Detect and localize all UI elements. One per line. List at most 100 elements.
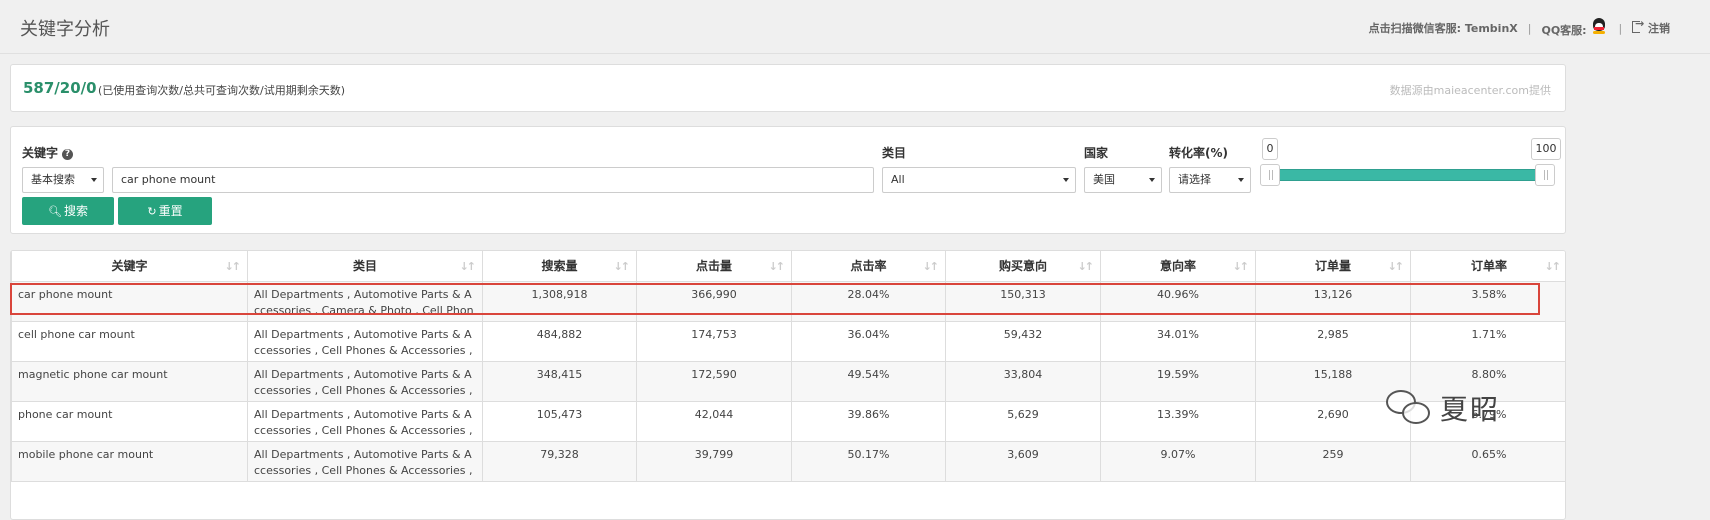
column-header-label: 关键字 — [111, 259, 148, 274]
top-bar: 关键字分析 点击扫描微信客服: TembinX | QQ客服: | 注销 — [0, 0, 1710, 54]
search-mode-select[interactable]: 基本搜索 — [22, 167, 104, 193]
column-header-label: 购买意向 — [998, 259, 1047, 274]
results-table-panel: 关键字 ↓↑ 类目 ↓↑ 搜索量 ↓↑ 点击量 ↓↑ 点击率 ↓↑ 购买意向 ↓↑ 意向率 ↓↑ 订单量 ↓↑… — [10, 250, 1566, 520]
cell-category: All Departments , Automotive Parts & Acc… — [247, 320, 483, 362]
table-row[interactable]: magnetic phone car mount All Departments … — [11, 360, 1565, 402]
category-text: All Departments , Automotive Parts & Acc… — [254, 287, 474, 317]
qq-icon[interactable] — [1590, 18, 1608, 34]
cell-clicks: 172,590 — [636, 360, 792, 402]
conversion-slider-track[interactable] — [1262, 169, 1548, 181]
results-table: 关键字 ↓↑ 类目 ↓↑ 搜索量 ↓↑ 点击量 ↓↑ 点击率 ↓↑ 购买意向 ↓↑ 意向率 ↓↑ 订单量 ↓↑… — [11, 251, 1565, 482]
search-icon: 🔍︎ — [48, 205, 62, 218]
column-header[interactable]: 订单率 ↓↑ — [1410, 251, 1565, 282]
cell-search: 105,473 — [482, 400, 637, 442]
sort-icon[interactable]: ↓↑ — [460, 260, 477, 273]
slider-max-handle[interactable] — [1535, 164, 1555, 186]
conversion-select[interactable]: 请选择 — [1169, 167, 1251, 193]
usage-description: (已使用查询次数/总共可查询次数/试用期剩余天数) — [98, 84, 345, 97]
column-header[interactable]: 搜索量 ↓↑ — [482, 251, 637, 282]
column-header-label: 搜索量 — [541, 259, 578, 274]
search-button-label: 搜索 — [63, 204, 88, 218]
cell-clicks: 39,799 — [636, 440, 792, 482]
cell-clicks: 366,990 — [636, 280, 792, 322]
sort-icon[interactable]: ↓↑ — [1078, 260, 1095, 273]
keyword-input-value: car phone mount — [121, 173, 216, 186]
conversion-value: 请选择 — [1178, 173, 1211, 186]
country-label: 国家 — [1084, 146, 1109, 160]
country-select[interactable]: 美国 — [1084, 167, 1162, 193]
table-body: car phone mount All Departments , Automot… — [11, 280, 1565, 482]
keyword-input[interactable]: car phone mount — [112, 167, 874, 193]
cell-intent-rate: 9.07% — [1100, 440, 1256, 482]
cell-search: 484,882 — [482, 320, 637, 362]
wechat-service-link[interactable]: 点击扫描微信客服: TembinX — [1369, 20, 1518, 36]
column-header[interactable]: 意向率 ↓↑ — [1100, 251, 1256, 282]
column-header-label: 类目 — [352, 259, 377, 274]
qq-service-link[interactable]: QQ客服: — [1541, 18, 1608, 38]
cell-keyword: magnetic phone car mount — [11, 360, 248, 402]
cell-clicks: 174,753 — [636, 320, 792, 362]
page-title: 关键字分析 — [20, 19, 110, 40]
watermark: 夏昭 — [1384, 388, 1500, 428]
slider-max-label: 100 — [1531, 138, 1561, 160]
sort-icon[interactable]: ↓↑ — [225, 260, 242, 273]
cell-search: 1,308,918 — [482, 280, 637, 322]
column-header-label: 点击率 — [850, 259, 887, 274]
slider-min-handle[interactable] — [1260, 164, 1280, 186]
cell-intent: 5,629 — [945, 400, 1101, 442]
cell-search: 79,328 — [482, 440, 637, 482]
category-value: All — [891, 173, 905, 186]
column-header-label: 意向率 — [1159, 259, 1196, 274]
category-select[interactable]: All — [882, 167, 1076, 193]
column-header-label: 订单量 — [1314, 259, 1351, 274]
table-row[interactable]: cell phone car mount All Departments , Au… — [11, 320, 1565, 362]
cell-orders: 259 — [1255, 440, 1411, 482]
reset-button[interactable]: ↻ 重置 — [118, 197, 212, 225]
column-header[interactable]: 购买意向 ↓↑ — [945, 251, 1101, 282]
help-icon[interactable]: ? — [62, 149, 74, 160]
table-row[interactable]: car phone mount All Departments , Automot… — [11, 280, 1565, 322]
sort-icon[interactable]: ↓↑ — [1233, 260, 1250, 273]
cell-orders: 2,985 — [1255, 320, 1411, 362]
column-header[interactable]: 类目 ↓↑ — [247, 251, 483, 282]
sort-icon[interactable]: ↓↑ — [1388, 260, 1405, 273]
column-header[interactable]: 点击率 ↓↑ — [791, 251, 946, 282]
cell-keyword: mobile phone car mount — [11, 440, 248, 482]
cell-intent: 33,804 — [945, 360, 1101, 402]
sort-icon[interactable]: ↓↑ — [1545, 260, 1562, 273]
cell-search: 348,415 — [482, 360, 637, 402]
column-header-label: 点击量 — [695, 259, 732, 274]
column-header[interactable]: 点击量 ↓↑ — [636, 251, 792, 282]
wechat-icon — [1384, 388, 1434, 428]
keyword-label: 关键字? — [22, 144, 74, 161]
column-header[interactable]: 订单量 ↓↑ — [1255, 251, 1411, 282]
cell-keyword: car phone mount — [11, 280, 248, 322]
sort-icon[interactable]: ↓↑ — [769, 260, 786, 273]
cell-keyword: phone car mount — [11, 400, 248, 442]
chevron-down-icon — [1063, 178, 1069, 182]
logout-label: 注销 — [1648, 22, 1670, 35]
search-button[interactable]: 🔍︎ 搜索 — [22, 197, 114, 225]
sort-icon[interactable]: ↓↑ — [923, 260, 940, 273]
table-row[interactable]: mobile phone car mount All Departments , … — [11, 440, 1565, 482]
qq-label: QQ客服: — [1541, 24, 1587, 37]
category-text: All Departments , Automotive Parts & Acc… — [254, 447, 473, 477]
table-row[interactable]: phone car mount All Departments , Automot… — [11, 400, 1565, 442]
conversion-label: 转化率(%) — [1169, 146, 1228, 160]
cell-ctr: 39.86% — [791, 400, 946, 442]
column-header[interactable]: 关键字 ↓↑ — [11, 251, 248, 282]
cell-order-rate: 3.58% — [1410, 280, 1565, 322]
cell-intent: 59,432 — [945, 320, 1101, 362]
watermark-text: 夏昭 — [1440, 393, 1501, 426]
separator: | — [1527, 21, 1532, 35]
logout-link[interactable]: 注销 — [1632, 17, 1670, 36]
logout-icon — [1632, 17, 1644, 33]
cell-clicks: 42,044 — [636, 400, 792, 442]
category-label: 类目 — [882, 146, 907, 160]
cell-ctr: 49.54% — [791, 360, 946, 402]
search-mode-value: 基本搜索 — [31, 173, 75, 186]
cell-ctr: 36.04% — [791, 320, 946, 362]
wechat-label: 点击扫描微信客服: — [1368, 22, 1461, 35]
cell-intent-rate: 40.96% — [1100, 280, 1256, 322]
sort-icon[interactable]: ↓↑ — [614, 260, 631, 273]
